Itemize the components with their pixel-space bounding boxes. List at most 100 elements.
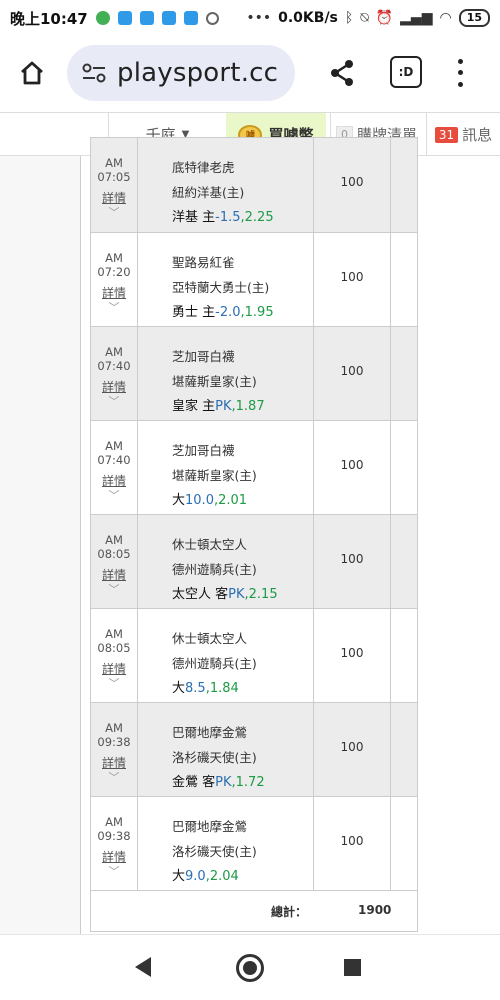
extra-cell	[391, 233, 419, 326]
time-cell: AM 07:40 詳情 ﹀	[91, 327, 138, 420]
match-cell: 休士頓太空人 德州遊騎兵(主) 大8.5,1.84	[138, 609, 314, 702]
amount-cell: 100	[314, 703, 391, 796]
status-time: 晚上10:47	[10, 9, 88, 28]
app-notification-icon	[95, 11, 110, 25]
total-row: 總計： 1900	[91, 891, 417, 931]
home-team: 德州遊騎兵(主)	[172, 562, 257, 577]
detail-link[interactable]: 詳情	[91, 662, 137, 676]
messages-button[interactable]: 31 訊息	[426, 113, 500, 156]
game-time: 08:05	[97, 547, 131, 561]
more-menu-button[interactable]	[450, 56, 470, 90]
more-dot-icon	[457, 59, 463, 65]
url-text[interactable]: playsport.cc	[117, 58, 278, 88]
address-bar[interactable]: playsport.cc	[67, 45, 295, 101]
chevron-down-icon[interactable]: ﹀	[91, 301, 137, 315]
away-team: 芝加哥白襪	[172, 443, 235, 458]
time-cell: AM 07:20 詳情 ﹀	[91, 233, 138, 326]
chevron-down-icon[interactable]: ﹀	[91, 677, 137, 691]
match-cell: 底特律老虎 紐約洋基(主) 洋基 主-1.5,2.25	[138, 138, 314, 232]
time-cell: AM 09:38 詳情 ﹀	[91, 703, 138, 796]
pick-team: 金鶯 客	[172, 775, 216, 790]
pick-handicap: 8.5	[185, 681, 206, 696]
table-row: AM 07:05 詳情 ﹀ 底特律老虎 紐約洋基(主) 洋基 主-1.5,2.25 100	[91, 138, 417, 233]
back-icon[interactable]	[135, 957, 151, 977]
home-icon	[21, 61, 43, 85]
chevron-down-icon[interactable]: ﹀	[91, 771, 137, 785]
pick-team: 大	[172, 681, 186, 696]
game-time: 09:38	[97, 829, 131, 843]
game-time: 07:40	[97, 359, 131, 373]
chevron-down-icon[interactable]: ﹀	[91, 206, 137, 220]
away-team: 底特律老虎	[172, 160, 235, 175]
amount-cell: 100	[314, 797, 391, 890]
amount-cell: 100	[314, 233, 391, 326]
chevron-down-icon[interactable]: ﹀	[91, 489, 137, 503]
detail-link[interactable]: 詳情	[91, 286, 137, 300]
pick-line: 勇士 主-2.0,1.95	[172, 305, 274, 320]
wifi-icon: ◠	[439, 10, 452, 26]
pick-team: 大	[172, 869, 186, 884]
time-cell: AM 08:05 詳情 ﹀	[91, 609, 138, 702]
bluetooth-icon: ᛒ	[344, 10, 354, 26]
time-cell: AM 07:05 詳情 ﹀	[91, 138, 138, 232]
pick-team: 勇士 主	[172, 305, 216, 320]
site-settings-icon[interactable]	[81, 62, 107, 84]
chevron-down-icon[interactable]: ﹀	[91, 865, 137, 879]
detail-link[interactable]: 詳情	[91, 474, 137, 488]
chevron-down-icon[interactable]: ﹀	[91, 583, 137, 597]
match-cell: 巴爾地摩金鶯 洛杉磯天使(主) 金鶯 客PK,1.72	[138, 703, 314, 796]
browser-toolbar: playsport.cc :D	[0, 40, 500, 106]
ampm-label: AM	[105, 439, 123, 453]
amount-cell: 100	[314, 138, 391, 232]
match-cell: 巴爾地摩金鶯 洛杉磯天使(主) 大9.0,2.04	[138, 797, 314, 890]
system-nav-bar	[0, 934, 500, 1000]
away-team: 芝加哥白襪	[172, 349, 235, 364]
pick-handicap: -2.0	[215, 305, 241, 320]
table-row: AM 08:05 詳情 ﹀ 休士頓太空人 德州遊騎兵(主) 大8.5,1.84 100	[91, 609, 417, 703]
app-notification-icon	[139, 11, 154, 25]
pick-handicap: PK	[215, 399, 232, 414]
game-time: 09:38	[97, 735, 131, 749]
game-time: 08:05	[97, 641, 131, 655]
time-cell: AM 07:40 詳情 ﹀	[91, 421, 138, 514]
extra-cell	[391, 515, 419, 608]
home-team: 德州遊騎兵(主)	[172, 656, 257, 671]
match-cell: 芝加哥白襪 堪薩斯皇家(主) 皇家 主PK,1.87	[138, 327, 314, 420]
tab-switcher-button[interactable]: :D	[390, 56, 422, 88]
battery-indicator: 15	[458, 9, 490, 27]
pick-line: 皇家 主PK,1.87	[172, 399, 265, 414]
game-time: 07:05	[97, 170, 131, 184]
pick-handicap: -1.5	[215, 210, 241, 225]
total-label: 總計：	[271, 905, 308, 919]
detail-link[interactable]: 詳情	[91, 850, 137, 864]
ampm-label: AM	[105, 815, 123, 829]
detail-link[interactable]: 詳情	[91, 756, 137, 770]
detail-link[interactable]: 詳情	[91, 380, 137, 394]
home-button[interactable]	[12, 53, 52, 93]
table-row: AM 08:05 詳情 ﹀ 休士頓太空人 德州遊騎兵(主) 太空人 客PK,2.15 100	[91, 515, 417, 609]
share-icon	[331, 60, 353, 86]
message-count-badge: 31	[434, 126, 459, 143]
extra-cell	[391, 421, 419, 514]
recent-apps-icon[interactable]	[344, 959, 361, 976]
pick-handicap: 10.0	[185, 493, 214, 508]
extra-cell	[391, 327, 419, 420]
table-row: AM 07:40 詳情 ﹀ 芝加哥白襪 堪薩斯皇家(主) 皇家 主PK,1.87 100	[91, 327, 417, 421]
share-button[interactable]	[325, 56, 359, 90]
pick-line: 太空人 客PK,2.15	[172, 587, 278, 602]
ampm-label: AM	[105, 721, 123, 735]
time-cell: AM 08:05 詳情 ﹀	[91, 515, 138, 608]
detail-link[interactable]: 詳情	[91, 191, 137, 205]
away-team: 聖路易紅雀	[172, 255, 235, 270]
home-team: 紐約洋基(主)	[172, 185, 245, 200]
home-circle-icon[interactable]	[236, 954, 264, 982]
pick-team: 太空人 客	[172, 587, 229, 602]
chevron-down-icon[interactable]: ﹀	[91, 395, 137, 409]
table-row: AM 09:38 詳情 ﹀ 巴爾地摩金鶯 洛杉磯天使(主) 金鶯 客PK,1.72 100	[91, 703, 417, 797]
extra-cell	[391, 138, 419, 232]
content-border	[80, 156, 81, 934]
pick-line: 大10.0,2.01	[172, 493, 248, 508]
detail-link[interactable]: 詳情	[91, 568, 137, 582]
app-notification-icon	[183, 11, 198, 25]
pick-odds: 1.87	[235, 399, 265, 414]
